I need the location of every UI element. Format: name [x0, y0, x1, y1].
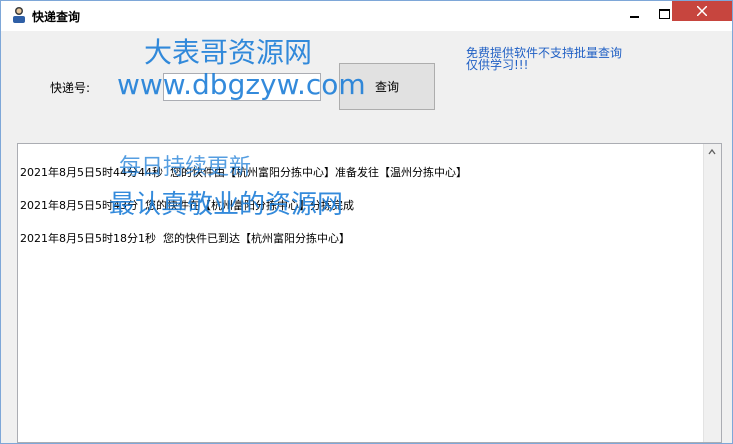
minimize-button[interactable]	[619, 1, 649, 27]
main-content: 快递号: 查询 免费提供软件不支持批量查询 仅供学习!!! 2021年8月5日5…	[1, 31, 732, 443]
title-bar[interactable]: 快递查询	[1, 1, 732, 31]
watermark-site-name: 大表哥资源网	[144, 36, 313, 69]
person-icon	[10, 6, 28, 24]
app-window: 快递查询 快递号: 查询 免费提供软件不支持批量查询 仅供学习!!! 2021年…	[0, 0, 733, 444]
notice-line-2: 仅供学习!!!	[466, 58, 529, 72]
chevron-up-icon[interactable]	[708, 148, 716, 156]
vertical-scrollbar[interactable]	[703, 144, 721, 442]
close-button[interactable]	[672, 1, 732, 21]
watermark-slogan: 最认真敬业的资源网	[109, 190, 344, 220]
tracking-number-label: 快递号:	[50, 81, 91, 95]
notice-text: 免费提供软件不支持批量查询 仅供学习!!!	[466, 47, 622, 71]
close-icon	[697, 6, 707, 16]
maximize-icon	[658, 9, 670, 19]
watermark-daily-update: 每日持续更新	[119, 155, 252, 180]
result-line: 2021年8月5日5时18分1秒 您的快件已到达【杭州富阳分拣中心】	[20, 232, 350, 245]
window-title: 快递查询	[32, 10, 81, 24]
watermark-url: www.dbgzyw.com	[117, 68, 366, 101]
minimize-icon	[629, 16, 639, 18]
